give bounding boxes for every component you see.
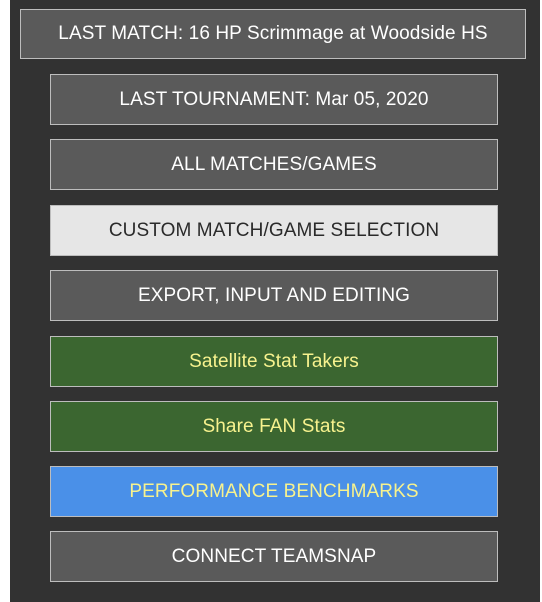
performance-benchmarks-label: PERFORMANCE BENCHMARKS: [129, 480, 419, 502]
custom-selection-button[interactable]: CUSTOM MATCH/GAME SELECTION: [50, 205, 498, 256]
export-input-editing-label: EXPORT, INPUT AND EDITING: [137, 284, 411, 306]
last-match-label: LAST MATCH: 16 HP Scrimmage at Woodside …: [58, 23, 488, 44]
all-matches-button[interactable]: ALL MATCHES/GAMES: [50, 139, 498, 190]
performance-benchmarks-button[interactable]: PERFORMANCE BENCHMARKS: [50, 466, 498, 517]
custom-selection-label: CUSTOM MATCH/GAME SELECTION: [108, 219, 440, 241]
satellite-stat-takers-label: Satellite Stat Takers: [189, 350, 359, 372]
last-match-button[interactable]: LAST MATCH: 16 HP Scrimmage at Woodside …: [20, 9, 526, 59]
export-input-editing-button[interactable]: EXPORT, INPUT AND EDITING: [50, 270, 498, 321]
share-fan-stats-label: Share FAN Stats: [202, 415, 346, 437]
connect-teamsnap-button[interactable]: CONNECT TEAMSNAP: [50, 531, 498, 582]
connect-teamsnap-label: CONNECT TEAMSNAP: [171, 545, 377, 567]
last-tournament-button[interactable]: LAST TOURNAMENT: Mar 05, 2020: [50, 74, 498, 125]
all-matches-label: ALL MATCHES/GAMES: [171, 153, 377, 175]
last-tournament-label: LAST TOURNAMENT: Mar 05, 2020: [119, 88, 429, 110]
share-fan-stats-button[interactable]: Share FAN Stats: [50, 401, 498, 452]
satellite-stat-takers-button[interactable]: Satellite Stat Takers: [50, 336, 498, 387]
